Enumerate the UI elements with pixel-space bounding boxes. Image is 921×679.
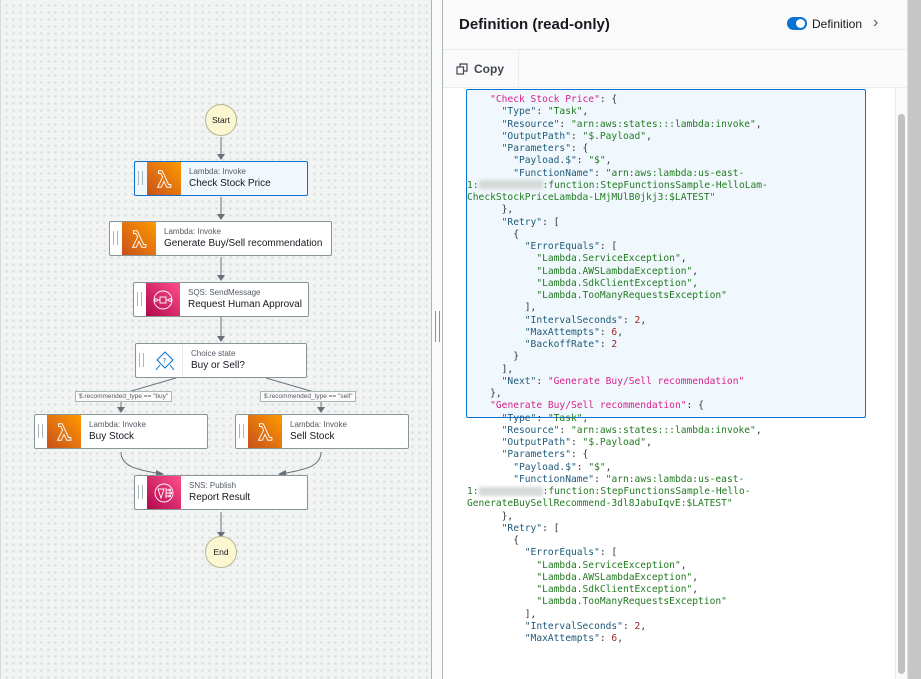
state-name: Report Result (189, 491, 251, 503)
drag-handle[interactable] (236, 415, 248, 448)
copy-label: Copy (474, 62, 504, 76)
state-name: Sell Stock (290, 430, 335, 442)
state-type: Choice state (191, 348, 236, 358)
edge-buy-report (120, 451, 162, 475)
lambda-icon (147, 162, 181, 195)
lambda-icon (47, 415, 81, 448)
panel-header: Definition (read-only) Definition › (443, 0, 907, 50)
state-type: Lambda: Invoke (164, 226, 221, 236)
drag-handle[interactable] (135, 476, 147, 509)
code-toolbar: Copy (443, 50, 907, 88)
choice-icon: ? (148, 344, 183, 377)
state-type: SNS: Publish (189, 480, 237, 490)
state-type: Lambda: Invoke (290, 419, 347, 429)
drag-handle[interactable] (35, 415, 47, 448)
splitter-grip-icon (435, 311, 440, 342)
start-label: Start (212, 115, 230, 125)
definition-toggle-label: Definition (812, 17, 863, 31)
end-label: End (213, 547, 229, 557)
sns-icon (147, 476, 181, 509)
drag-handle[interactable] (110, 222, 122, 255)
state-type: SQS: SendMessage (188, 287, 261, 297)
state-buy-stock[interactable]: Lambda: Invoke Buy Stock (34, 414, 208, 449)
panel-resize-splitter[interactable] (431, 0, 443, 679)
definition-toggle[interactable] (787, 17, 807, 30)
state-buy-or-sell-choice[interactable]: ? Choice state Buy or Sell? (135, 343, 307, 378)
state-type: Lambda: Invoke (89, 419, 146, 429)
start-node[interactable]: Start (205, 104, 237, 136)
redacted-account-id (478, 486, 543, 496)
code-viewer[interactable]: "Check Stock Price": { "Type": "Task", "… (443, 88, 895, 679)
lambda-icon (248, 415, 282, 448)
toolbar-divider (518, 50, 519, 88)
state-report-result[interactable]: SNS: Publish Report Result (134, 475, 308, 510)
state-request-human-approval[interactable]: SQS: SendMessage Request Human Approval (133, 282, 309, 317)
code-scrollbar[interactable] (895, 88, 907, 679)
definition-panel: Definition (read-only) Definition › Copy… (443, 0, 907, 679)
state-sell-stock[interactable]: Lambda: Invoke Sell Stock (235, 414, 409, 449)
state-name: Buy or Sell? (191, 359, 245, 371)
state-type: Lambda: Invoke (189, 166, 246, 176)
copy-button[interactable]: Copy (456, 62, 504, 76)
state-name: Check Stock Price (189, 177, 271, 189)
sqs-icon (146, 283, 180, 316)
redacted-account-id (478, 180, 543, 190)
condition-sell-label: $.recommended_type == "sell" (260, 391, 357, 402)
state-check-stock-price[interactable]: Lambda: Invoke Check Stock Price (134, 161, 308, 196)
drag-handle[interactable] (136, 344, 148, 377)
lambda-icon (122, 222, 156, 255)
panel-title: Definition (read-only) (459, 16, 610, 33)
edge-sell-report (280, 451, 322, 475)
state-name: Generate Buy/Sell recommendation (164, 237, 323, 249)
condition-buy-label: $.recommended_type == "buy" (75, 391, 173, 402)
graph-edges (117, 137, 325, 538)
state-generate-recommendation[interactable]: Lambda: Invoke Generate Buy/Sell recommen… (109, 221, 332, 256)
code-content: "Check Stock Price": { "Type": "Task", "… (467, 94, 768, 644)
copy-icon (456, 63, 468, 75)
drag-handle[interactable] (134, 283, 146, 316)
drag-handle[interactable] (135, 162, 147, 195)
end-node[interactable]: End (205, 536, 237, 568)
chevron-right-icon[interactable]: › (873, 14, 878, 32)
page-scrollbar[interactable] (907, 0, 921, 679)
state-name: Buy Stock (89, 430, 135, 442)
code-scrollbar-thumb[interactable] (898, 114, 905, 674)
svg-text:?: ? (163, 357, 167, 365)
state-name: Request Human Approval (188, 298, 302, 310)
workflow-graph-canvas[interactable]: Start Lambda: Invoke Check Stock Price La… (0, 0, 431, 679)
